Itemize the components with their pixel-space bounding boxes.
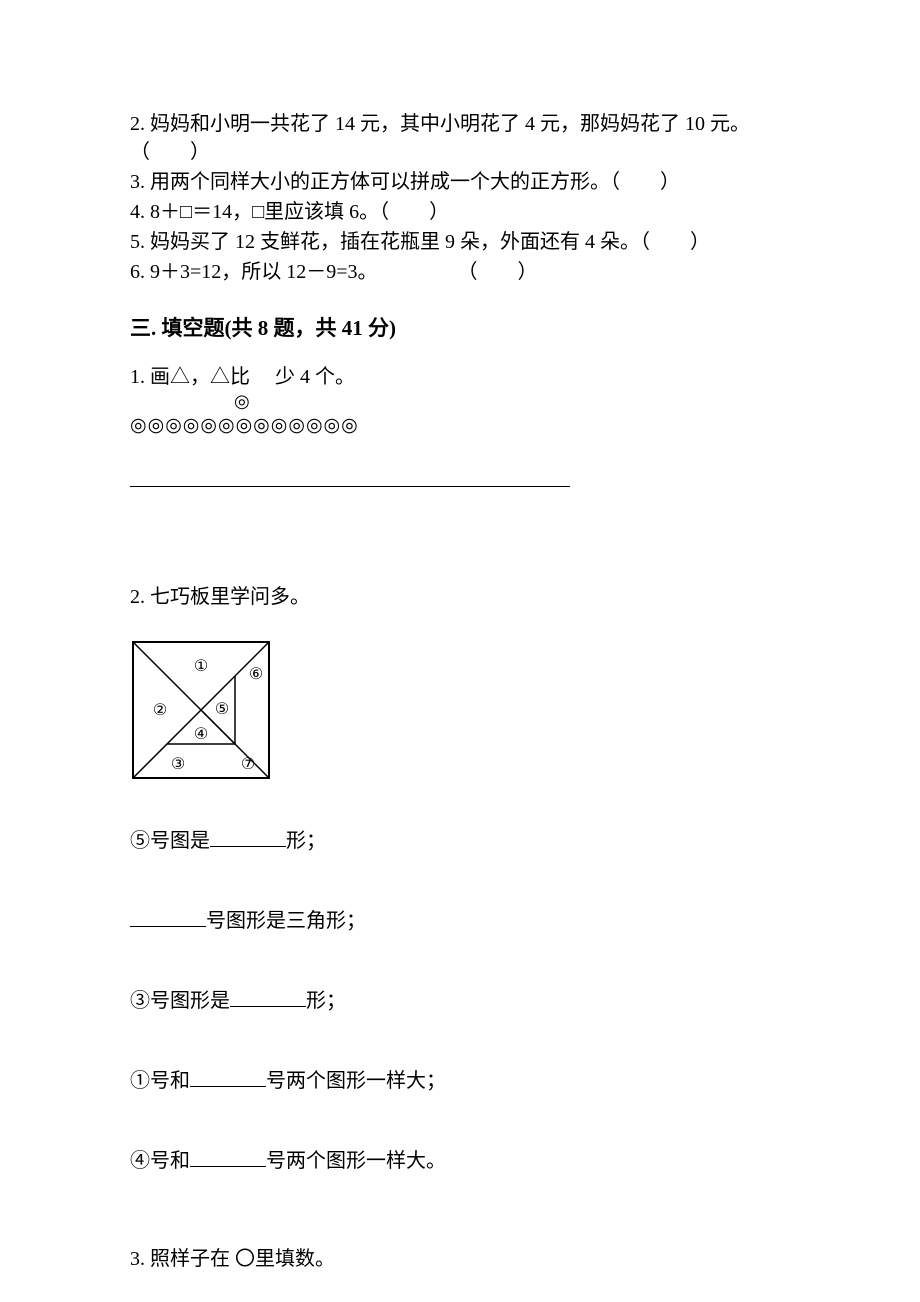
fill-q2-line2-post: 号图形是三角形； [206,910,366,932]
tf-q5: 5. 妈妈买了 12 支鲜花，插在花瓶里 9 朵，外面还有 4 朵。（ ） [130,228,790,256]
fill-q2-line4: ①号和 号两个图形一样大； [130,1065,790,1095]
fill-q2-line3-pre: ③号图形是 [130,990,230,1012]
fill-q2-line1-blank[interactable] [210,825,286,847]
circle-item: ◎ [236,413,253,440]
circle-item: ◎ [341,413,358,440]
section-3-heading: 三. 填空题(共 8 题，共 41 分) [130,314,790,343]
circle-item: ◎ [288,413,305,440]
tangram-label-7: ⑦ [241,756,255,773]
fill-q2-line3-blank[interactable] [230,985,306,1007]
fill-q2-line4-post: 号两个图形一样大； [266,1070,446,1092]
fill-q2-line5: ④号和 号两个图形一样大。 [130,1145,790,1175]
fill-q2-line1: ⑤号图是 形； [130,825,790,855]
fill-q2-line2-blank[interactable] [130,905,206,927]
fill-q1-circle-row: ◎◎◎◎◎◎◎◎◎◎◎◎◎ [130,413,790,440]
fill-q1-line1: 1. 画△，△比 少 4 个。 [130,366,355,388]
fill-q2-line3: ③号图形是 形； [130,985,790,1015]
circle-item: ◎ [218,413,235,440]
circle-item: ◎ [148,413,165,440]
tangram-label-6: ⑥ [249,666,263,683]
tangram-label-5: ⑤ [215,701,229,718]
circle-item: ◎ [200,413,217,440]
fill-q2-line2: 号图形是三角形； [130,905,790,935]
fill-q3: 3. 照样子在 〇里填数。 [130,1245,790,1273]
tf-q2: 2. 妈妈和小明一共花了 14 元，其中小明花了 4 元，那妈妈花了 10 元。… [130,110,790,166]
fill-q2-line5-pre: ④号和 [130,1150,190,1172]
tangram-label-1: ① [194,658,208,675]
fill-q2-line4-pre: ①号和 [130,1070,190,1092]
fill-q2-title: 2. 七巧板里学问多。 [130,583,790,611]
fill-q2-line4-blank[interactable] [190,1065,266,1087]
circle-item: ◎ [306,413,323,440]
tf-q3: 3. 用两个同样大小的正方体可以拼成一个大的正方形。（ ） [130,168,790,196]
fill-q1-answer-line[interactable] [130,486,570,487]
fill-q2-line5-blank[interactable] [190,1145,266,1167]
fill-q1-symbol-inline: ◎ [234,389,250,414]
circle-item: ◎ [271,413,288,440]
circle-item: ◎ [324,413,341,440]
fill-q2-line1-pre: ⑤号图是 [130,830,210,852]
fill-q2: 2. 七巧板里学问多。 ① ② ③ ④ ⑤ ⑥ ⑦ ⑤号图是形； 号图形是三角形… [130,583,790,1175]
tangram-label-3: ③ [171,756,185,773]
circle-item: ◎ [183,413,200,440]
circle-item: ◎ [130,413,147,440]
circle-item: ◎ [253,413,270,440]
circle-item: ◎ [165,413,182,440]
tangram-label-4: ④ [194,726,208,743]
tangram-label-2: ② [153,702,167,719]
tangram-diagram: ① ② ③ ④ ⑤ ⑥ ⑦ [130,639,272,781]
fill-q2-line1-post: 形； [286,830,326,852]
fill-q1-text: 1. 画△，△比 少 4 个。 ◎ [130,363,790,391]
fill-q2-line3-post: 形； [306,990,346,1012]
tf-q6: 6. 9＋3=12，所以 12－9=3。 （ ） [130,258,790,286]
tf-q4: 4. 8＋□＝14，□里应该填 6。（ ） [130,198,790,226]
fill-q1: 1. 画△，△比 少 4 个。 ◎ ◎◎◎◎◎◎◎◎◎◎◎◎◎ [130,363,790,565]
fill-q2-line5-post: 号两个图形一样大。 [266,1150,446,1172]
